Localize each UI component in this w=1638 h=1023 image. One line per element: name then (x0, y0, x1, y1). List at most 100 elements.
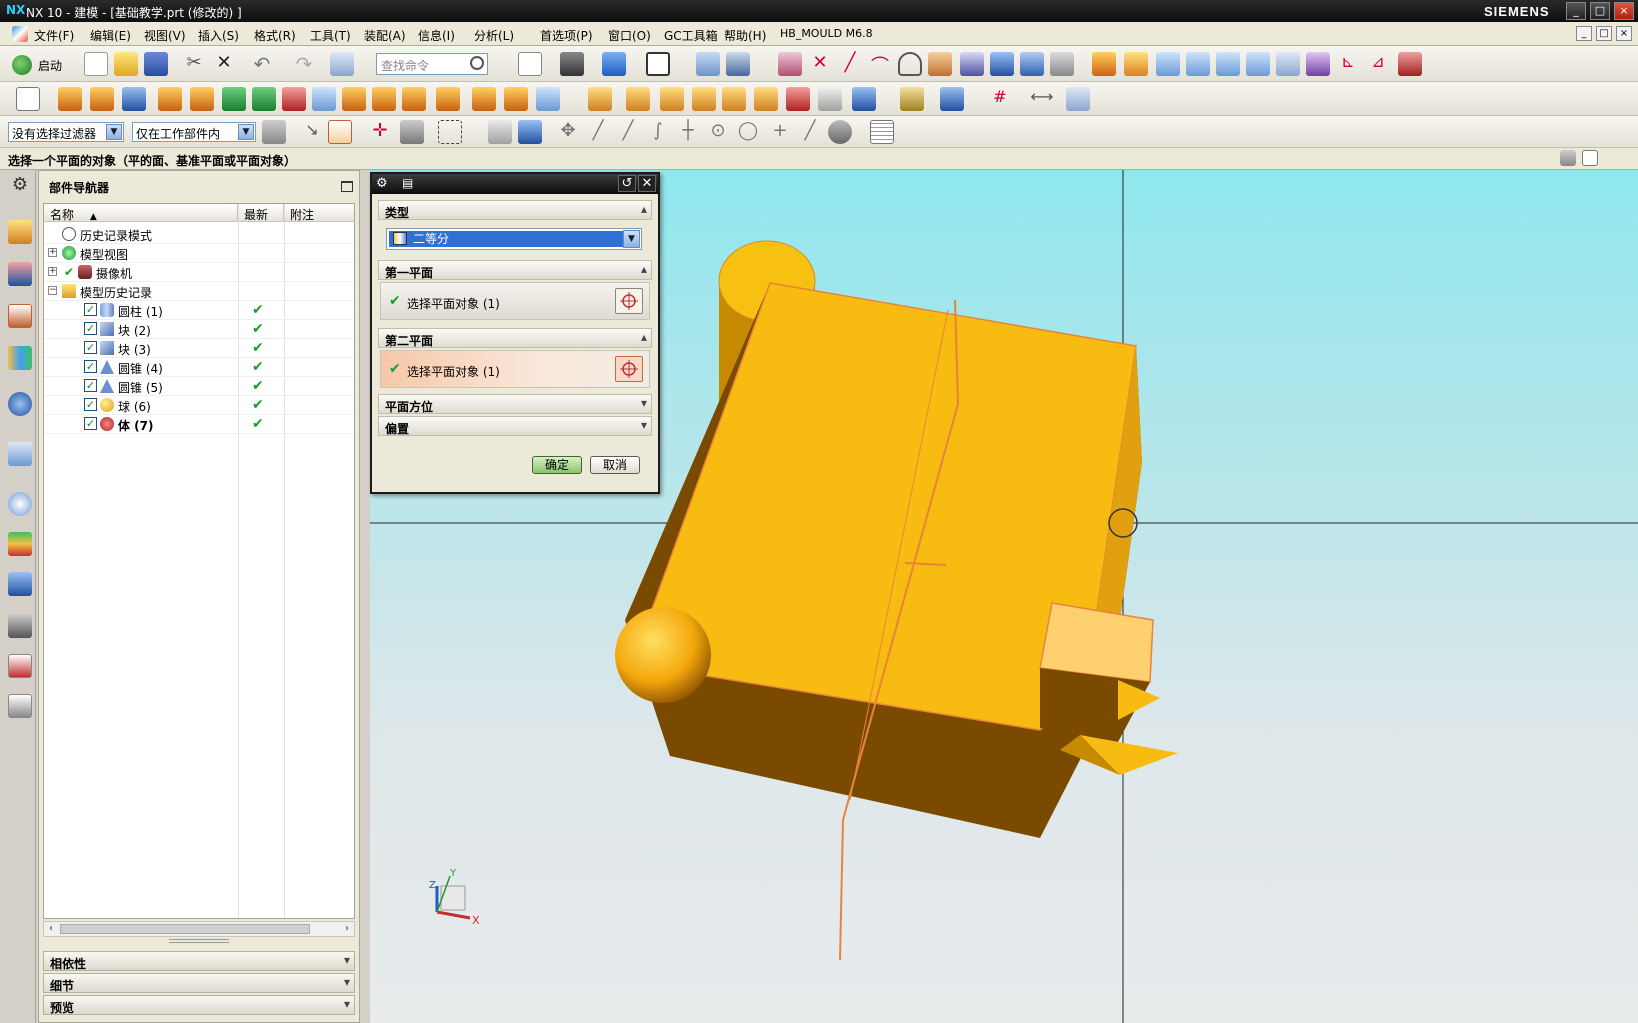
panel-dependencies[interactable]: 相依性 ▾ (43, 951, 355, 971)
point-on-face-icon[interactable] (828, 120, 852, 144)
palette-tab-icon[interactable] (8, 694, 32, 718)
wcs-icon[interactable] (696, 52, 720, 76)
select-object-button[interactable] (615, 356, 643, 382)
curve-icon[interactable] (928, 52, 952, 76)
revolve-icon[interactable] (90, 87, 114, 111)
save-icon[interactable] (144, 52, 168, 76)
restore-panel-icon[interactable] (1582, 150, 1598, 166)
first-plane-selection[interactable]: ✔ 选择平面对象 (1) (380, 282, 650, 320)
tree-row[interactable]: + 模型视图 (44, 243, 354, 263)
deselect-icon[interactable]: ↘ (300, 120, 324, 144)
menu-insert[interactable]: 插入(S) (198, 27, 239, 44)
hole-icon[interactable] (158, 87, 182, 111)
menu-help[interactable]: 帮助(H) (724, 27, 766, 44)
settings-gear-icon[interactable]: ⚙ (8, 174, 32, 198)
pattern-icon[interactable] (190, 87, 214, 111)
visibility-checkbox[interactable]: ✓ (84, 417, 97, 430)
tree-row[interactable]: 历史记录模式 (44, 224, 354, 244)
close-button[interactable]: × (1614, 2, 1634, 20)
web-browser-tab-icon[interactable] (8, 442, 32, 466)
open-folder-icon[interactable] (114, 52, 138, 76)
menu-information[interactable]: 信息(I) (418, 27, 455, 44)
second-plane-selection[interactable]: ✔ 选择平面对象 (1) (380, 350, 650, 388)
delete-face-icon[interactable] (692, 87, 716, 111)
menu-format[interactable]: 格式(R) (254, 27, 296, 44)
move-face-icon[interactable] (588, 87, 612, 111)
menu-gc-toolkit[interactable]: GC工具箱 (664, 27, 718, 44)
tree-row[interactable]: ✓ 块 (2) ✔ (44, 319, 354, 339)
mirror-face-icon[interactable] (754, 87, 778, 111)
unite-icon[interactable] (122, 87, 146, 111)
intersection-point-icon[interactable]: ┼ (676, 120, 700, 144)
start-button[interactable]: 启动 (12, 53, 80, 77)
through-curves-icon[interactable] (1156, 52, 1180, 76)
point-icon[interactable]: ✕ (808, 52, 832, 76)
point-on-curve-icon[interactable]: ╱ (798, 120, 822, 144)
cut-icon[interactable]: ✂ (182, 52, 206, 76)
new-file-icon[interactable] (84, 52, 108, 76)
rectangle-select-icon[interactable] (438, 120, 462, 144)
existing-point-icon[interactable]: + (768, 120, 792, 144)
process-studio-tab-icon[interactable] (8, 532, 32, 556)
command-finder-icon[interactable] (330, 52, 354, 76)
selection-filter-select[interactable]: 没有选择过滤器 ▼ (8, 122, 124, 142)
reuse-library-tab-icon[interactable] (8, 346, 32, 370)
cancel-button[interactable]: 取消 (590, 456, 640, 474)
move-handle-icon[interactable]: ✥ (556, 120, 580, 144)
grid-icon[interactable] (870, 120, 894, 144)
extrude-surface-icon[interactable] (1092, 52, 1116, 76)
undo-icon[interactable]: ↶ (250, 52, 274, 76)
boolean-intersect-icon[interactable] (282, 87, 306, 111)
menu-edit[interactable]: 编辑(E) (90, 27, 131, 44)
orient-view-icon[interactable] (602, 52, 626, 76)
history-tab-icon[interactable] (8, 492, 32, 516)
offset-face-icon[interactable] (472, 87, 496, 111)
assembly-navigator-icon[interactable] (726, 52, 750, 76)
simple-distance-icon[interactable] (1066, 87, 1090, 111)
visibility-checkbox[interactable]: ✓ (84, 341, 97, 354)
column-header-notes[interactable]: 附注 (284, 204, 354, 222)
tree-row[interactable]: ✓ 体 (7) ✔ (44, 414, 354, 434)
replace-face-icon[interactable] (536, 87, 560, 111)
line-icon[interactable]: ╱ (838, 52, 862, 76)
sketch-icon[interactable] (778, 52, 802, 76)
menu-window[interactable]: 窗口(O) (608, 27, 651, 44)
surface-icon[interactable] (1020, 52, 1044, 76)
datum-csys-icon[interactable]: ⊿ (1366, 52, 1390, 76)
doc-close-button[interactable]: × (1616, 26, 1632, 41)
patch-icon[interactable] (818, 87, 842, 111)
select-face-icon[interactable] (518, 120, 542, 144)
background-icon[interactable] (646, 52, 670, 76)
group-offset[interactable]: 偏置 ▾ (378, 416, 652, 436)
select-object-button[interactable] (615, 288, 643, 314)
tree-row[interactable]: ✓ 圆柱 (1) ✔ (44, 300, 354, 320)
fit-view-icon[interactable] (518, 52, 542, 76)
app-menu-icon[interactable] (12, 26, 28, 42)
column-header-name[interactable]: 名称 ▲ (44, 204, 238, 222)
edge-blend-icon[interactable] (372, 87, 396, 111)
column-header-latest[interactable]: 最新 (238, 204, 284, 222)
boolean-subtract-icon[interactable] (252, 87, 276, 111)
tree-row[interactable]: + ✔ 摄像机 (44, 262, 354, 282)
distance-icon[interactable]: ⟷ (1030, 87, 1054, 111)
small-cube-body[interactable] (1039, 602, 1154, 742)
tree-row[interactable]: ✓ 块 (3) ✔ (44, 338, 354, 358)
menu-preferences[interactable]: 首选项(P) (540, 27, 593, 44)
curve-analysis-icon[interactable]: # (988, 87, 1012, 111)
extrude-icon[interactable] (58, 87, 82, 111)
menu-assembly[interactable]: 装配(A) (364, 27, 406, 44)
redo-icon[interactable]: ↷ (292, 52, 316, 76)
assembly-navigator-tab-icon[interactable] (8, 220, 32, 244)
arc-icon[interactable]: ⌒ (868, 52, 892, 77)
point-set-icon[interactable] (1306, 52, 1330, 76)
delete-icon[interactable]: ✕ (212, 52, 236, 76)
type-select[interactable]: 二等分 ▼ (386, 228, 642, 250)
scroll-left-icon[interactable]: ‹ (44, 922, 58, 936)
minimize-button[interactable]: _ (1566, 2, 1586, 20)
cylinder-tool-icon[interactable] (1276, 52, 1300, 76)
mesh-surface-icon[interactable] (1246, 52, 1270, 76)
roles-tab-icon[interactable] (8, 614, 32, 638)
quadrant-point-icon[interactable]: ◯ (736, 120, 760, 144)
visibility-checkbox[interactable]: ✓ (84, 398, 97, 411)
n-sided-icon[interactable] (1216, 52, 1240, 76)
